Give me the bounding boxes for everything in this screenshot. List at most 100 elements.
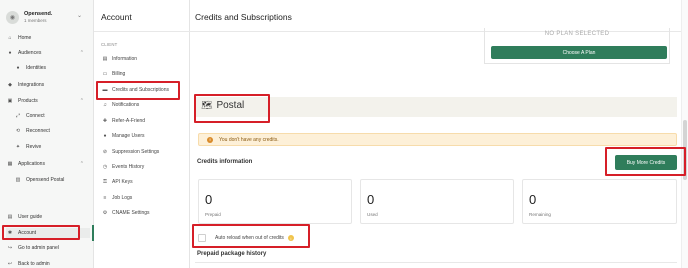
account-item-label: Events History (112, 164, 145, 170)
sidebar-item-revive[interactable]: ✦ Revive (14, 142, 90, 152)
sidebar-item-applications[interactable]: ▦ Applications ⌃ (6, 159, 90, 169)
list-icon: ≡ (103, 195, 107, 201)
sidebar-item-back-admin[interactable]: ↩ Back to admin (6, 259, 90, 268)
sidebar-item-integrations[interactable]: ◆ Integrations (6, 80, 90, 90)
auto-reload-checkbox[interactable] (198, 234, 206, 242)
account-item-information[interactable]: ▤ Information (101, 54, 187, 64)
account-item-label: API Keys (112, 179, 133, 185)
account-item-label: CNAME Settings (112, 210, 150, 216)
sidebar-item-reconnect[interactable]: ⟲ Reconnect (14, 126, 90, 136)
sidebar-item-home[interactable]: ⌂ Home (6, 33, 90, 43)
account-item-label: Information (112, 56, 138, 62)
gear-icon: ✱ (7, 230, 13, 236)
sidebar-item-identities[interactable]: ● Identities (14, 63, 90, 73)
account-item-api-keys[interactable]: ⚿ API Keys (101, 177, 187, 187)
account-item-label: Billing (112, 71, 126, 77)
page-title: Credits and Subscriptions (195, 12, 292, 22)
settings-icon: ⚙ (102, 210, 108, 216)
map-icon: 🗺 (201, 100, 213, 110)
org-avatar: ◉ (6, 10, 19, 24)
no-credits-alert: ! You don't have any credits. (198, 133, 677, 146)
sidebar-item-account[interactable]: ✱ Account (6, 228, 90, 238)
account-item-label: Refer-A-Friend (112, 118, 146, 124)
bell-icon: ♫ (103, 102, 107, 108)
sidebar-item-label: Revive (26, 144, 42, 150)
sidebar-item-go-admin[interactable]: ↪ Go to admin panel (6, 243, 90, 253)
chevron-down-icon: ⌄ (76, 13, 82, 19)
plan-status: NO PLAN SELECTED (544, 31, 610, 37)
account-item-cname[interactable]: ⚙ CNAME Settings (101, 208, 187, 218)
warning-icon: ! (207, 136, 213, 143)
account-item-suppression[interactable]: ⊘ Suppression Settings (101, 147, 187, 157)
org-switcher[interactable]: ◉ Opensend. 1 members ⌄ (6, 8, 88, 26)
account-item-notifications[interactable]: ♫ Notifications (101, 100, 187, 110)
account-panel-title: Account (101, 12, 132, 22)
scrollbar-thumb[interactable] (683, 120, 687, 180)
gift-icon: ✚ (102, 118, 108, 124)
grid-icon: ▦ (7, 161, 13, 167)
stat-value: 0 (205, 192, 213, 207)
sidebar-item-label: Home (18, 35, 32, 41)
plug-icon: ◆ (8, 82, 12, 88)
sidebar-item-label: Products (18, 98, 38, 104)
account-item-credits[interactable]: ▬ Credits and Subscriptions (101, 85, 187, 95)
stat-prepaid: 0 Prepaid (198, 179, 352, 224)
user-icon: ● (16, 65, 20, 71)
scrollbar[interactable] (681, 0, 688, 268)
sidebar-item-label: Back to admin (18, 261, 50, 267)
chevron-up-icon: ⌃ (79, 98, 84, 104)
main-sidebar: ◉ Opensend. 1 members ⌄ ⌂ Home ● Audiences… (0, 0, 94, 268)
sidebar-item-label: Connect (26, 113, 45, 119)
arrow-right-icon: ↪ (7, 245, 13, 251)
account-panel: Account CLIENT ▤ Information ▭ Billing ▬ Cr… (94, 0, 190, 268)
stat-label: Used (367, 212, 378, 217)
account-item-label: Credits and Subscriptions (112, 87, 169, 93)
sidebar-item-label: Reconnect (26, 128, 50, 134)
buy-more-credits-button[interactable]: Buy More Credits (615, 155, 677, 170)
product-name: Postal (216, 100, 245, 111)
sidebar-item-label: Audiences (18, 50, 42, 56)
block-icon: ⊘ (102, 149, 108, 155)
stat-label: Prepaid (205, 212, 221, 217)
sidebar-item-label: Opensend Postal (26, 177, 65, 183)
account-item-label: Suppression Settings (112, 149, 160, 155)
info-icon: ▤ (102, 56, 108, 62)
sidebar-item-label: Identities (26, 65, 47, 71)
sidebar-item-products[interactable]: ▣ Products ⌃ (6, 96, 90, 106)
org-members: 1 members (24, 17, 47, 23)
account-item-billing[interactable]: ▭ Billing (101, 69, 187, 79)
choose-plan-button[interactable]: Choose A Plan (491, 46, 667, 59)
stat-label: Remaining (529, 212, 551, 217)
alert-text: You don't have any credits. (219, 136, 279, 143)
arrow-left-icon: ↩ (7, 261, 13, 267)
product-header: 🗺 Postal (195, 97, 677, 117)
auto-reload-option[interactable]: Auto reload when out of credits i (198, 233, 294, 243)
prepaid-history-heading: Prepaid package history (197, 251, 267, 257)
sidebar-item-opensend-postal[interactable]: ▥ Opensend Postal (14, 175, 90, 185)
account-item-events[interactable]: ◷ Events History (101, 162, 187, 172)
divider (195, 262, 677, 263)
account-item-manage-users[interactable]: ● Manage Users (101, 131, 187, 141)
box-icon: ▣ (7, 98, 13, 104)
home-icon: ⌂ (8, 35, 12, 41)
stat-used: 0 Used (360, 179, 514, 224)
stat-value: 0 (367, 192, 375, 207)
sidebar-item-user-guide[interactable]: ▤ User guide (6, 212, 90, 222)
heart-icon: ✦ (15, 144, 21, 150)
map-icon: ▥ (15, 177, 21, 183)
account-item-refer[interactable]: ✚ Refer-A-Friend (101, 116, 187, 126)
info-icon[interactable]: i (287, 235, 294, 241)
chevron-up-icon: ⌃ (79, 161, 84, 167)
sidebar-item-label: Account (18, 230, 37, 236)
account-item-label: Notifications (112, 102, 140, 108)
org-name: Opensend. (24, 11, 53, 17)
sidebar-item-label: Integrations (18, 82, 45, 88)
account-item-job-logs[interactable]: ≡ Job Logs (101, 193, 187, 203)
product-title: 🗺 Postal (201, 100, 244, 111)
section-label: CLIENT (101, 42, 118, 47)
sidebar-item-connect[interactable]: ⤢ Connect (14, 111, 90, 121)
chevron-up-icon: ⌃ (79, 50, 84, 56)
stat-remaining: 0 Remaining (522, 179, 677, 224)
sidebar-item-audiences[interactable]: ● Audiences ⌃ (6, 48, 90, 58)
stat-value: 0 (529, 192, 537, 207)
